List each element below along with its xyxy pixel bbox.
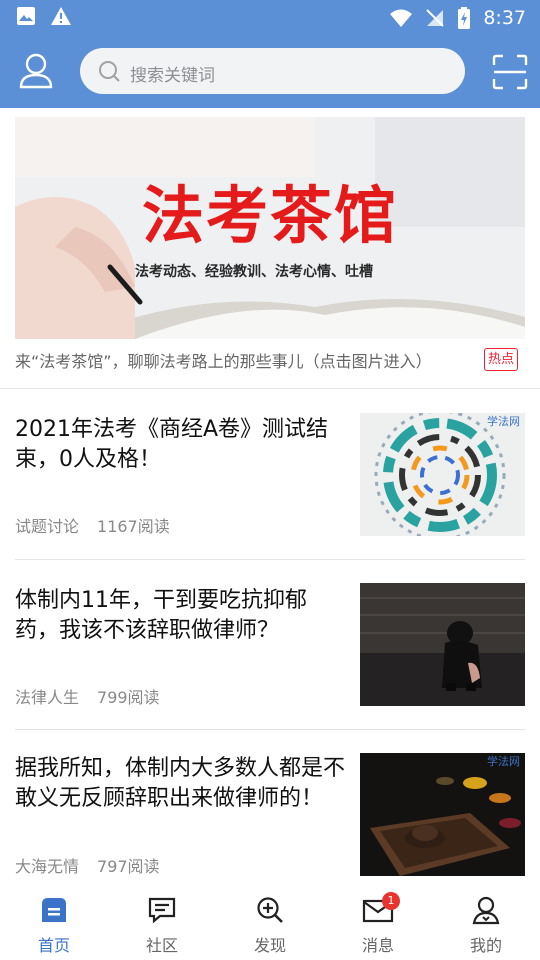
search-bar[interactable]: 搜索关键词 xyxy=(80,48,465,94)
discover-icon xyxy=(216,894,324,926)
tab-discover[interactable]: 发现 xyxy=(216,894,324,956)
user-icon xyxy=(19,53,53,89)
hot-badge: 热点 xyxy=(484,348,519,371)
article-title: 据我所知，体制内大多数人都是不敢义无反顾辞职出来做律师的！ xyxy=(15,756,346,811)
article-title: 体制内11年，干到要吃抗抑郁药，我该不该辞职做律师？ xyxy=(15,588,307,643)
status-bar: 8:37 xyxy=(0,0,540,36)
unread-badge: 1 xyxy=(382,892,400,910)
banner-title: 法考茶馆 xyxy=(141,179,398,252)
article-meta: 试题讨论 1167阅读 xyxy=(15,513,188,537)
article-meta: 大海无情 797阅读 xyxy=(15,853,178,877)
article-reads: 799阅读 xyxy=(97,688,160,707)
scan-icon xyxy=(492,54,528,90)
home-icon xyxy=(0,894,108,926)
article-category: 大海无情 xyxy=(15,857,80,876)
banner-caption[interactable]: 来“法考茶馆”，聊聊法考路上的那些事儿（点击图片进入） xyxy=(15,348,432,372)
tab-messages[interactable]: 1 消息 xyxy=(324,892,432,956)
article-item[interactable]: 2021年法考《商经A卷》测试结束，0人及格！ 试题讨论 1167阅读 学法网 xyxy=(0,389,540,559)
battery-icon xyxy=(458,7,471,29)
article-item[interactable]: 体制内11年，干到要吃抗抑郁药，我该不该辞职做律师？ 法律人生 799阅读 xyxy=(0,560,540,730)
banner-subtitle: 法考动态、经验教训、法考心情、吐槽 xyxy=(135,264,373,280)
profile-icon xyxy=(432,894,540,926)
tab-label: 发现 xyxy=(253,936,286,955)
user-avatar-button[interactable] xyxy=(18,52,54,90)
tab-label: 消息 xyxy=(361,936,394,955)
warning-icon xyxy=(51,7,71,25)
bottom-nav: 首页 社区 发现 1 消息 我的 xyxy=(0,876,540,960)
article-thumbnail: 学法网 xyxy=(360,413,525,536)
article-item[interactable]: 据我所知，体制内大多数人都是不敢义无反顾辞职出来做律师的！ 大海无情 797阅读 … xyxy=(0,730,540,876)
banner-image[interactable]: 法考茶馆 法考动态、经验教训、法考心情、吐槽 xyxy=(15,117,525,339)
chat-icon xyxy=(108,894,216,926)
search-icon xyxy=(99,61,120,82)
tab-label: 我的 xyxy=(469,936,502,955)
article-reads: 1167阅读 xyxy=(97,517,170,536)
article-meta: 法律人生 799阅读 xyxy=(15,684,178,708)
article-thumbnail: 学法网 xyxy=(360,753,525,876)
gallery-icon xyxy=(17,7,35,25)
article-thumbnail xyxy=(360,583,525,706)
search-placeholder: 搜索关键词 xyxy=(130,66,215,86)
article-title: 2021年法考《商经A卷》测试结束，0人及格！ xyxy=(15,417,329,472)
article-category: 法律人生 xyxy=(15,688,80,707)
wifi-icon xyxy=(390,9,413,27)
watermark: 学法网 xyxy=(487,414,520,428)
clock: 8:37 xyxy=(483,7,526,29)
article-reads: 797阅读 xyxy=(97,857,160,876)
scan-button[interactable] xyxy=(492,54,528,90)
mail-icon xyxy=(324,894,432,926)
tab-community[interactable]: 社区 xyxy=(108,894,216,956)
tab-label: 首页 xyxy=(37,936,70,955)
tab-home[interactable]: 首页 xyxy=(0,894,108,956)
watermark: 学法网 xyxy=(487,754,520,768)
tab-profile[interactable]: 我的 xyxy=(432,894,540,956)
article-category: 试题讨论 xyxy=(15,517,80,536)
no-signal-icon xyxy=(426,9,445,27)
tab-label: 社区 xyxy=(145,936,178,955)
